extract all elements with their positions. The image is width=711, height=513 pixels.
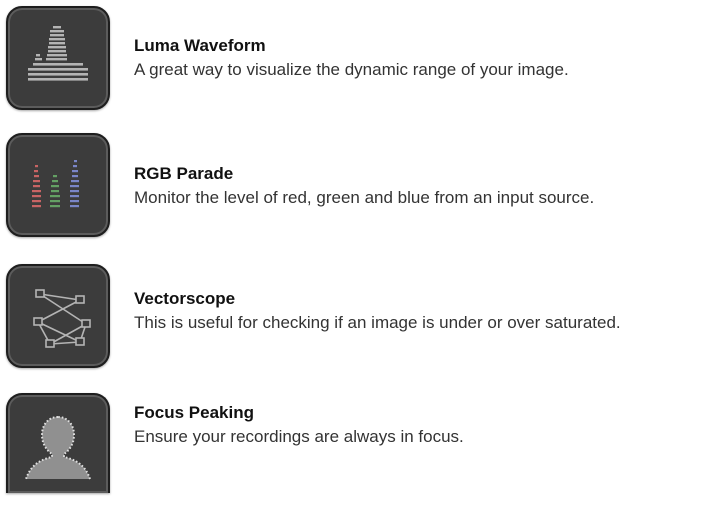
feature-vectorscope: Vectorscope This is useful for checking …: [0, 258, 711, 376]
luma-waveform-icon: [6, 6, 110, 110]
feature-description: This is useful for checking if an image …: [134, 313, 621, 332]
focus-peaking-icon: [6, 393, 110, 493]
feature-title: Focus Peaking: [134, 403, 254, 422]
feature-description: Monitor the level of red, green and blue…: [134, 188, 595, 207]
feature-title: Luma Waveform: [134, 36, 266, 55]
vectorscope-icon: [6, 264, 110, 368]
feature-list: Luma Waveform A great way to visualize t…: [0, 0, 711, 513]
feature-title: Vectorscope: [134, 289, 236, 308]
feature-description: A great way to visualize the dynamic ran…: [134, 60, 569, 79]
rgb-parade-icon: [6, 133, 110, 237]
feature-description: Ensure your recordings are always in foc…: [134, 427, 464, 446]
feature-title: RGB Parade: [134, 164, 234, 183]
feature-rgb-parade: RGB Parade Monitor the level of red, gre…: [0, 127, 711, 245]
feature-focus-peaking: Focus Peaking Ensure your recordings are…: [0, 393, 711, 511]
feature-luma-waveform: Luma Waveform A great way to visualize t…: [0, 0, 711, 118]
